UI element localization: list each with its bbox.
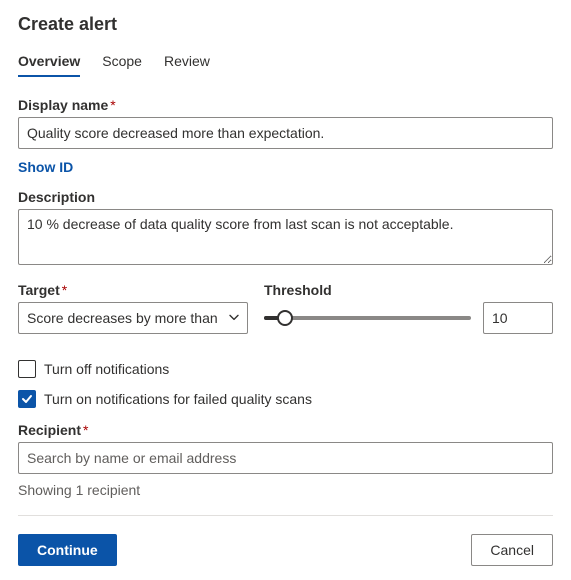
continue-button[interactable]: Continue (18, 534, 117, 566)
recipient-label: Recipient* (18, 422, 553, 438)
tab-bar: Overview Scope Review (18, 49, 553, 77)
turn-off-notifications-label: Turn off notifications (44, 361, 169, 377)
target-select[interactable] (18, 302, 248, 334)
turn-off-notifications-checkbox[interactable] (18, 360, 36, 378)
description-input[interactable]: 10 % decrease of data quality score from… (18, 209, 553, 265)
tab-review[interactable]: Review (164, 49, 210, 77)
tab-scope[interactable]: Scope (102, 49, 142, 77)
description-label: Description (18, 189, 553, 205)
threshold-label: Threshold (264, 282, 553, 298)
failed-scans-label: Turn on notifications for failed quality… (44, 391, 312, 407)
cancel-button[interactable]: Cancel (471, 534, 553, 566)
page-title: Create alert (18, 14, 553, 35)
display-name-input[interactable] (18, 117, 553, 149)
target-label: Target* (18, 282, 248, 298)
footer: Continue Cancel (18, 515, 553, 566)
slider-thumb[interactable] (277, 310, 293, 326)
recipient-count: Showing 1 recipient (18, 482, 553, 498)
failed-scans-checkbox[interactable] (18, 390, 36, 408)
tab-overview[interactable]: Overview (18, 49, 80, 77)
recipient-input[interactable] (18, 442, 553, 474)
threshold-slider[interactable] (264, 302, 471, 334)
target-select-value[interactable] (18, 302, 248, 334)
display-name-label: Display name* (18, 97, 553, 113)
threshold-input[interactable] (483, 302, 553, 334)
show-id-link[interactable]: Show ID (18, 159, 73, 175)
